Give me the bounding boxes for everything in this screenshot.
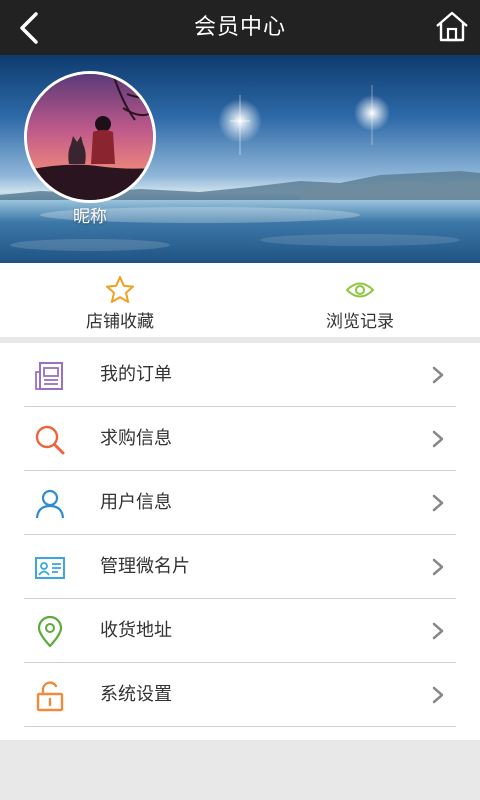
bottom-spacer [0,740,480,800]
search-icon [35,425,65,455]
menu-item-purchase-requests[interactable]: 求购信息 [24,407,456,471]
profile-banner: 昵称 [0,55,480,263]
menu-item-label: 求购信息 [100,428,172,449]
menu-item-label: 用户信息 [100,492,172,513]
menu-item-label: 系统设置 [100,684,172,705]
menu-list: 我的订单 求购信息 用户信息 管理微名片 收货地址 系统设置 [0,343,480,740]
menu-item-system-settings[interactable]: 系统设置 [24,663,456,727]
menu-item-label: 收货地址 [100,620,172,641]
chevron-right-icon [432,494,444,512]
avatar[interactable] [24,71,156,203]
menu-item-user-info[interactable]: 用户信息 [24,471,456,535]
house-icon[interactable] [434,9,470,45]
chevron-right-icon [432,366,444,384]
shop-favorites-button[interactable]: 店铺收藏 [0,263,240,337]
nickname-label: 昵称 [73,207,107,227]
browse-history-label: 浏览记录 [326,312,394,332]
menu-item-label: 我的订单 [100,364,172,385]
chevron-right-icon [432,686,444,704]
eye-icon [345,282,375,298]
menu-item-my-orders[interactable]: 我的订单 [24,343,456,407]
id-card-icon [35,557,65,579]
top-bar: 会员中心 [0,0,480,55]
unlock-icon [36,681,64,712]
star-icon [106,276,134,303]
avatar-image [27,74,153,200]
chevron-right-icon [432,622,444,640]
browse-history-button[interactable]: 浏览记录 [240,263,480,337]
shop-favorites-label: 店铺收藏 [86,312,154,332]
chevron-right-icon [432,558,444,576]
user-icon [35,489,65,519]
location-pin-icon [37,616,63,648]
menu-item-business-card[interactable]: 管理微名片 [24,535,456,599]
chevron-right-icon [432,430,444,448]
menu-item-label: 管理微名片 [100,556,190,577]
quick-actions-bar: 店铺收藏 浏览记录 [0,263,480,337]
page-title: 会员中心 [193,15,286,40]
menu-item-shipping-address[interactable]: 收货地址 [24,599,456,663]
order-list-icon [35,362,63,390]
